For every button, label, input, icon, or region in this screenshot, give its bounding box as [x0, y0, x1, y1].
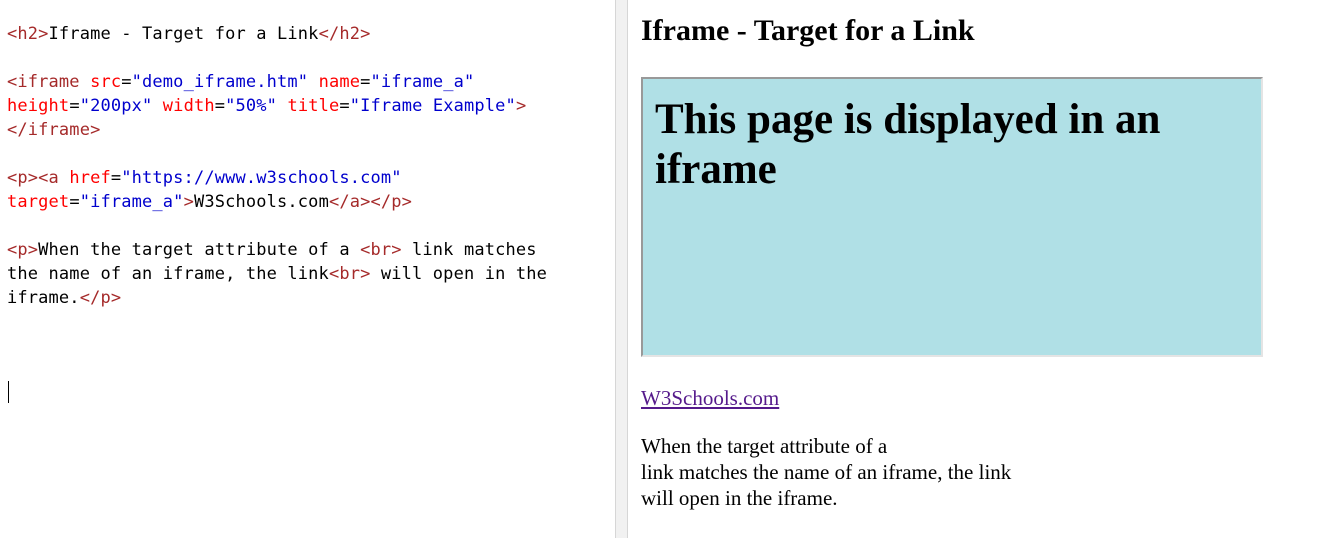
code-line: </iframe> — [7, 118, 547, 142]
code-text-token: When the target attribute of a — [38, 240, 361, 260]
code-attribute-token: width — [162, 96, 215, 116]
w3schools-link[interactable]: W3Schools.com — [641, 385, 779, 411]
code-line: iframe.</p> — [7, 286, 547, 310]
page-heading: Iframe - Target for a Link — [641, 14, 975, 47]
code-line: the name of an iframe, the link<br> will… — [7, 262, 547, 286]
paragraph-line: will open in the iframe. — [641, 486, 838, 510]
code-text-token: = — [69, 192, 80, 212]
code-text-token: = — [214, 96, 226, 116]
code-attribute-token: name — [318, 72, 361, 92]
code-tag-token: <p> — [7, 240, 39, 260]
code-text-token: = — [110, 168, 122, 188]
code-tag-token: <p><a — [7, 168, 70, 188]
code-value-token: "iframe_a" — [79, 192, 184, 212]
code-text-token: Iframe - Target for a Link — [48, 24, 319, 44]
description-paragraph: When the target attribute of a link matc… — [641, 433, 1011, 511]
code-text-token: = — [69, 96, 80, 116]
code-editor[interactable]: <h2>Iframe - Target for a Link</h2> <ifra… — [0, 0, 615, 538]
code-text-token: W3Schools.com — [193, 192, 329, 212]
code-tag-token: </p> — [79, 288, 122, 308]
iframe-content-heading: This page is displayed in an iframe — [655, 96, 1161, 193]
code-attribute-token: target — [7, 192, 70, 212]
paragraph-line: link matches the name of an iframe, the … — [641, 460, 1012, 484]
code-line: <p>When the target attribute of a <br> l… — [7, 238, 547, 262]
paragraph-line: When the target attribute of a — [641, 434, 888, 458]
iframe-example[interactable]: This page is displayed in an iframe — [641, 77, 1263, 357]
code-text-token: the name of an iframe, the link — [7, 264, 329, 284]
code-text-token: = — [121, 72, 132, 92]
result-preview: Iframe - Target for a Link This page is … — [628, 0, 1320, 538]
code-line: <p><a href="https://www.w3schools.com" — [7, 166, 547, 190]
code-line: <h2>Iframe - Target for a Link</h2> — [7, 22, 547, 46]
code-tag-token: </h2> — [318, 24, 371, 44]
tryit-editor-window: <h2>Iframe - Target for a Link</h2> <ifra… — [0, 0, 1320, 538]
code-tag-token: <br> — [360, 240, 402, 260]
code-attribute-token: title — [287, 96, 340, 116]
code-tag-token: > — [515, 96, 527, 116]
code-tag-token: <br> — [328, 264, 371, 284]
code-text-token: = — [339, 96, 350, 116]
text-cursor — [8, 381, 9, 403]
code-attribute-token: href — [69, 168, 111, 188]
code-tag-token: > — [183, 192, 194, 212]
code-text-token: will open in the — [370, 264, 548, 284]
code-tag-token: <h2> — [7, 24, 49, 44]
code-lines[interactable]: <h2>Iframe - Target for a Link</h2> <ifra… — [7, 22, 547, 310]
code-value-token: "50%" — [225, 96, 278, 116]
code-value-token: "https://www.w3schools.com" — [121, 168, 402, 188]
code-line: height="200px" width="50%" title="Iframe… — [7, 94, 547, 118]
code-text-token: link matches — [401, 240, 537, 260]
code-text-token: = — [360, 72, 371, 92]
code-value-token: "demo_iframe.htm" — [131, 72, 309, 92]
code-text-token: iframe. — [7, 288, 80, 308]
code-value-token: "Iframe Example" — [349, 96, 516, 116]
code-value-token: "200px" — [79, 96, 153, 116]
code-line: target="iframe_a">W3Schools.com</a></p> — [7, 190, 547, 214]
code-tag-token: </a></p> — [328, 192, 413, 212]
code-tag-token: <iframe — [7, 72, 91, 92]
code-attribute-token: src — [90, 72, 122, 92]
pane-resize-divider[interactable] — [615, 0, 628, 538]
code-line: <iframe src="demo_iframe.htm" name="ifra… — [7, 70, 547, 94]
code-attribute-token: height — [7, 96, 70, 116]
code-tag-token: </iframe> — [7, 120, 101, 140]
code-value-token: "iframe_a" — [370, 72, 475, 92]
